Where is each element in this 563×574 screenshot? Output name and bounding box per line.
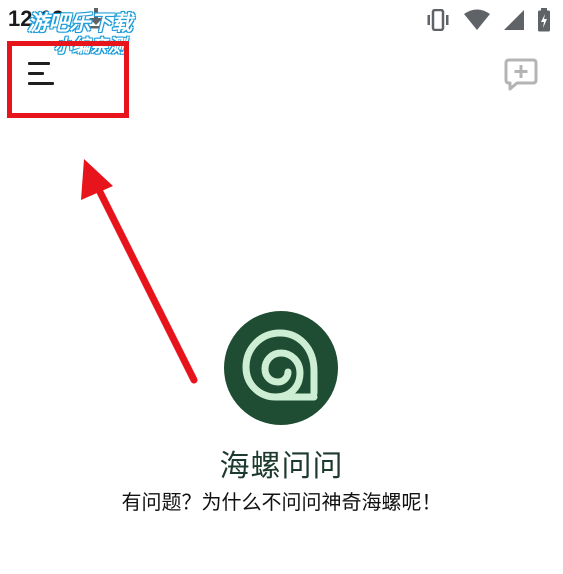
wifi-icon [463,9,491,31]
app-logo [224,311,338,425]
status-icons [425,8,551,32]
app-name: 海螺问问 [219,449,344,484]
battery-icon [537,8,551,32]
app-tagline: 有问题？为什么不问问神奇海螺呢！ [121,490,442,514]
annotation-highlight-box [7,41,129,118]
watermark-line1: 游吧乐下载 [27,11,133,35]
new-chat-icon[interactable] [501,54,541,94]
signal-icon [503,9,525,31]
vibrate-icon [425,9,451,31]
